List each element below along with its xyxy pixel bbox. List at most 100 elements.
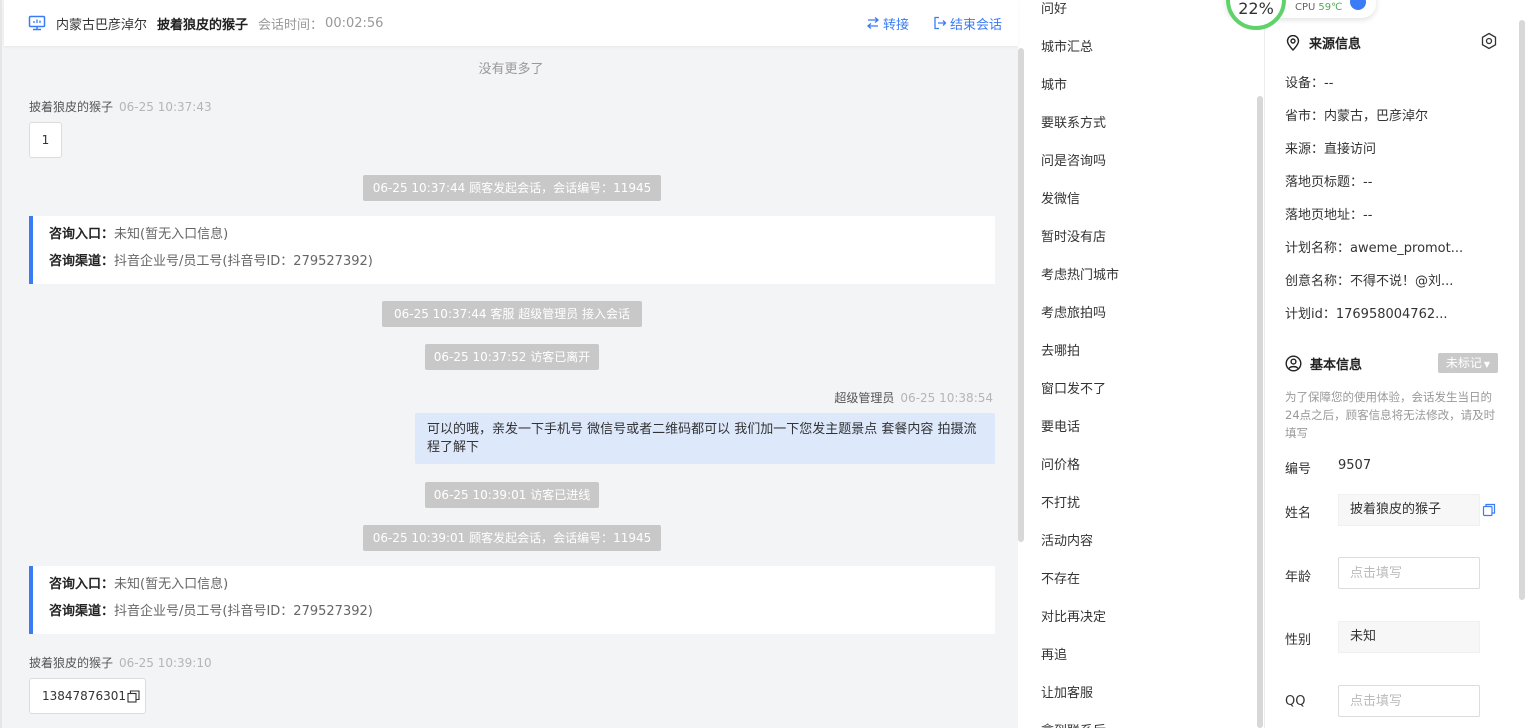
message-sender: 披着狼皮的猴子 bbox=[29, 100, 114, 114]
entry-label: 咨询入口： bbox=[49, 227, 115, 242]
quick-reply-item[interactable]: 考虑旅拍吗 bbox=[1041, 302, 1106, 321]
location-pin-icon bbox=[1286, 34, 1300, 51]
cpu-label: CPU 59℃ bbox=[1295, 2, 1342, 13]
quick-reply-item[interactable]: 考虑热门城市 bbox=[1041, 264, 1119, 283]
quick-reply-item[interactable]: 要电话 bbox=[1041, 416, 1080, 435]
session-time-value: 00:02:56 bbox=[325, 15, 384, 31]
quick-reply-item[interactable]: 不打扰 bbox=[1041, 492, 1080, 511]
system-notice: 06-25 10:37:52 访客已离开 bbox=[425, 344, 599, 370]
basic-info-label: 基本信息 bbox=[1310, 358, 1363, 373]
quick-reply-list: 问好城市汇总城市要联系方式问是咨询吗发微信暂时没有店考虑热门城市 考虑旅拍吗去哪拍… bbox=[1024, 0, 1262, 728]
entry-info-card: 咨询入口：未知(暂无入口信息) 咨询渠道：抖音企业号/员工号(抖音号ID：279… bbox=[29, 216, 995, 284]
exit-icon bbox=[934, 16, 947, 30]
source-info-row: 设备：-- bbox=[1285, 76, 1334, 91]
message-time: 06-25 10:37:43 bbox=[119, 100, 212, 114]
channel-value: 抖音企业号/员工号(抖音号ID：279527392) bbox=[114, 254, 373, 269]
cpu-text: CPU bbox=[1295, 2, 1316, 13]
age-input[interactable] bbox=[1338, 557, 1480, 589]
entry-info-card: 咨询入口：未知(暂无入口信息) 咨询渠道：抖音企业号/员工号(抖音号ID：279… bbox=[29, 566, 995, 634]
source-info-row: 省市：内蒙古，巴彦淖尔 bbox=[1285, 109, 1429, 124]
quick-reply-item[interactable]: 对比再决定 bbox=[1041, 606, 1106, 625]
entry-value: 未知(暂无入口信息) bbox=[114, 577, 229, 592]
session-time-label: 会话时间： bbox=[258, 17, 324, 33]
outgoing-message-meta: 超级管理员 06-25 10:38:54 bbox=[834, 389, 993, 406]
basic-info-title: 基本信息 bbox=[1285, 354, 1362, 373]
quick-reply-scrollbar[interactable] bbox=[1257, 96, 1263, 728]
visitor-name: 披着狼皮的猴子 bbox=[157, 17, 249, 33]
message-sender: 披着狼皮的猴子 bbox=[29, 656, 114, 670]
quick-reply-item[interactable]: 拿到联系后 bbox=[1041, 720, 1106, 728]
source-info-row: 来源：直接访问 bbox=[1285, 142, 1377, 157]
message-sender: 超级管理员 bbox=[834, 391, 895, 405]
entry-value: 未知(暂无入口信息) bbox=[114, 227, 229, 242]
visitor-region: 内蒙古巴彦淖尔 bbox=[56, 17, 148, 33]
message-time: 06-25 10:38:54 bbox=[900, 391, 993, 405]
quick-reply-item[interactable]: 城市 bbox=[1041, 74, 1067, 93]
channel-value: 抖音企业号/员工号(抖音号ID：279527392) bbox=[114, 604, 373, 619]
no-more-history[interactable]: 没有更多了 bbox=[2, 58, 1020, 77]
tag-dropdown[interactable]: 未标记 ▼ bbox=[1438, 353, 1498, 373]
name-label: 姓名 bbox=[1285, 506, 1312, 521]
quick-reply-item[interactable]: 问价格 bbox=[1041, 454, 1080, 473]
incoming-message-bubble: 13847876301 bbox=[29, 678, 146, 714]
id-label: 编号 bbox=[1285, 462, 1312, 477]
chat-panel: 内蒙古巴彦淖尔 披着狼皮的猴子 会话时间： 00:02:56 转接 结束会话 没… bbox=[0, 0, 1018, 728]
copy-icon[interactable] bbox=[1482, 503, 1496, 517]
message-meta: 披着狼皮的猴子 06-25 10:39:10 bbox=[29, 654, 212, 671]
source-info-row: 计划id：176958004762... bbox=[1285, 307, 1448, 322]
system-notice: 06-25 10:39:01 顾客发起会话，会话编号：11945 bbox=[363, 525, 661, 551]
copy-icon[interactable] bbox=[127, 689, 140, 703]
quick-reply-item[interactable]: 活动内容 bbox=[1041, 530, 1093, 549]
quick-reply-item[interactable]: 问是咨询吗 bbox=[1041, 150, 1106, 169]
edit-deadline-note: 为了保障您的使用体验，会话发生当日的24点之后，顾客信息将无法修改，请及时填写 bbox=[1285, 390, 1496, 440]
system-notice: 06-25 10:39:01 访客已进线 bbox=[425, 482, 599, 508]
monitor-icon bbox=[28, 14, 46, 32]
incoming-message-bubble: 1 bbox=[29, 122, 62, 158]
source-info-row: 计划名称：aweme_promot... bbox=[1285, 241, 1464, 256]
quick-reply-item[interactable]: 城市汇总 bbox=[1041, 36, 1093, 55]
panel-scrollbar[interactable] bbox=[1519, 20, 1525, 600]
qq-label: QQ bbox=[1285, 694, 1306, 709]
channel-label: 咨询渠道： bbox=[49, 604, 115, 619]
message-time: 06-25 10:39:10 bbox=[119, 656, 212, 670]
entry-label: 咨询入口： bbox=[49, 577, 115, 592]
transfer-button[interactable]: 转接 bbox=[866, 14, 909, 33]
gender-select[interactable]: 未知 bbox=[1338, 621, 1480, 653]
caret-down-icon: ▼ bbox=[1483, 360, 1491, 369]
system-notice: 06-25 10:37:44 顾客发起会话，会话编号：11945 bbox=[363, 175, 661, 201]
transfer-icon bbox=[866, 17, 879, 29]
quick-reply-item[interactable]: 去哪拍 bbox=[1041, 340, 1080, 359]
settings-icon[interactable] bbox=[1480, 32, 1498, 50]
message-meta: 披着狼皮的猴子 06-25 10:37:43 bbox=[29, 98, 212, 115]
transfer-label: 转接 bbox=[882, 17, 909, 33]
quick-reply-item[interactable]: 让加客服 bbox=[1041, 682, 1093, 701]
id-value: 9507 bbox=[1338, 458, 1372, 473]
gender-label: 性别 bbox=[1285, 633, 1312, 648]
user-circle-icon bbox=[1285, 355, 1302, 372]
source-info-row: 创意名称：不得不说！@刘... bbox=[1285, 274, 1454, 289]
quick-reply-item[interactable]: 要联系方式 bbox=[1041, 112, 1106, 131]
cpu-percent: 22% bbox=[1238, 0, 1274, 18]
source-info-title: 来源信息 bbox=[1285, 33, 1361, 52]
quick-reply-item[interactable]: 不存在 bbox=[1041, 568, 1080, 587]
cpu-temperature: 59℃ bbox=[1318, 2, 1343, 13]
age-label: 年龄 bbox=[1285, 570, 1312, 585]
channel-label: 咨询渠道： bbox=[49, 254, 115, 269]
end-session-label: 结束会话 bbox=[949, 17, 1002, 33]
source-info-row: 落地页标题：-- bbox=[1285, 175, 1373, 190]
tag-dropdown-label: 未标记 bbox=[1445, 356, 1482, 370]
message-text: 13847876301 bbox=[42, 689, 126, 703]
chat-header: 内蒙古巴彦淖尔 披着狼皮的猴子 会话时间： 00:02:56 转接 结束会话 bbox=[4, 0, 1018, 46]
quick-reply-item[interactable]: 发微信 bbox=[1041, 188, 1080, 207]
system-notice: 06-25 10:37:44 客服 超级管理员 接入会话 bbox=[382, 301, 642, 327]
source-info-label: 来源信息 bbox=[1309, 37, 1362, 52]
qq-input[interactable] bbox=[1338, 685, 1480, 717]
source-info-row: 落地页地址：-- bbox=[1285, 208, 1373, 223]
quick-reply-item[interactable]: 窗口发不了 bbox=[1041, 378, 1106, 397]
quick-reply-item[interactable]: 再追 bbox=[1041, 644, 1067, 663]
end-session-button[interactable]: 结束会话 bbox=[933, 14, 1002, 33]
quick-reply-item[interactable]: 暂时没有店 bbox=[1041, 226, 1106, 245]
outgoing-message-bubble: 可以的哦，亲发一下手机号 微信号或者二维码都可以 我们加一下您发主题景点 套餐内… bbox=[415, 413, 995, 464]
name-field[interactable]: 披着狼皮的猴子 bbox=[1338, 494, 1480, 526]
quick-reply-item[interactable]: 问好 bbox=[1041, 0, 1067, 17]
